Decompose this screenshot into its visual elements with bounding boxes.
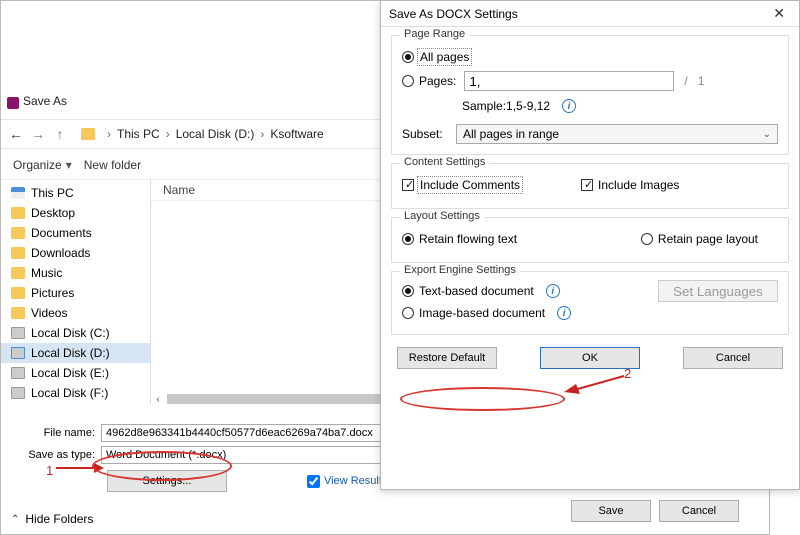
tree-item-music[interactable]: Music: [1, 263, 150, 283]
label-include-images[interactable]: Include Images: [598, 178, 679, 192]
legend-layout: Layout Settings: [400, 210, 484, 222]
window-title: Save As: [23, 94, 67, 108]
group-content-settings: Content Settings Include Comments Includ…: [391, 163, 789, 209]
folder-icon: [81, 128, 95, 140]
folder-icon: [11, 287, 25, 299]
tree-item-videos[interactable]: Videos: [1, 303, 150, 323]
chevron-right-icon: ›: [166, 127, 170, 141]
cancel-button[interactable]: Cancel: [659, 500, 739, 522]
group-page-range: Page Range All pages Pages: / 1 Sample:1…: [391, 35, 789, 155]
pc-icon: [11, 187, 25, 199]
restore-default-button[interactable]: Restore Default: [397, 347, 497, 369]
file-name-label: File name:: [11, 427, 101, 439]
subset-value: All pages in range: [463, 127, 559, 141]
folder-icon: [11, 247, 25, 259]
tree-item-desktop[interactable]: Desktop: [1, 203, 150, 223]
tree-item-drive-e[interactable]: Local Disk (E:): [1, 363, 150, 383]
folder-icon: [11, 227, 25, 239]
label-flowing-text[interactable]: Retain flowing text: [419, 232, 517, 246]
save-type-label: Save as type:: [11, 449, 101, 461]
dialog-button-row: Restore Default OK Cancel: [381, 343, 799, 369]
save-cancel-row: Save Cancel: [571, 500, 739, 522]
drive-icon: [11, 387, 25, 399]
col-name[interactable]: Name: [163, 183, 195, 197]
group-export-engine: Export Engine Settings Text-based docume…: [391, 271, 789, 335]
check-include-images[interactable]: [581, 179, 593, 191]
folder-icon: [11, 307, 25, 319]
breadcrumb[interactable]: › This PC › Local Disk (D:) › Ksoftware: [81, 127, 324, 141]
dialog-title: Save As DOCX Settings: [389, 7, 518, 21]
pages-total: 1: [698, 74, 705, 88]
label-image-based[interactable]: Image-based document: [419, 306, 545, 320]
new-folder-button[interactable]: New folder: [84, 158, 141, 172]
file-name-input[interactable]: [101, 424, 381, 442]
forward-button[interactable]: →: [27, 126, 49, 142]
tree-item-downloads[interactable]: Downloads: [1, 243, 150, 263]
caret-up-icon: ⌃: [11, 514, 19, 525]
crumb-root[interactable]: This PC: [117, 127, 160, 141]
chevron-right-icon: ›: [260, 127, 264, 141]
hide-folders-label: Hide Folders: [25, 512, 93, 526]
docx-settings-dialog: Save As DOCX Settings ✕ Page Range All p…: [380, 0, 800, 490]
subset-label: Subset:: [402, 127, 456, 141]
tree-item-drive-f[interactable]: Local Disk (F:): [1, 383, 150, 403]
tree-item-this-pc[interactable]: This PC: [1, 183, 150, 203]
settings-button[interactable]: Settings...: [107, 470, 227, 492]
pages-sample: Sample:1,5-9,12: [462, 99, 550, 113]
radio-all-pages[interactable]: [402, 51, 414, 63]
set-languages-button: Set Languages: [658, 280, 778, 302]
up-button[interactable]: ↑: [49, 126, 71, 142]
group-layout-settings: Layout Settings Retain flowing text Reta…: [391, 217, 789, 263]
radio-flowing-text[interactable]: [402, 233, 414, 245]
label-text-based[interactable]: Text-based document: [419, 284, 534, 298]
view-result-check[interactable]: [307, 475, 320, 488]
view-result-label: View Result: [324, 475, 382, 487]
radio-image-based[interactable]: [402, 307, 414, 319]
crumb-drive[interactable]: Local Disk (D:): [176, 127, 255, 141]
save-type-select[interactable]: [101, 446, 381, 464]
app-icon: [7, 97, 19, 109]
legend-engine: Export Engine Settings: [400, 264, 520, 276]
dialog-titlebar: Save As DOCX Settings ✕: [381, 1, 799, 27]
info-icon[interactable]: i: [562, 99, 576, 113]
chevron-right-icon: ›: [107, 127, 111, 141]
legend-page-range: Page Range: [400, 28, 469, 40]
pages-slash: /: [684, 74, 687, 88]
scroll-left-icon[interactable]: ‹: [151, 394, 165, 404]
chevron-down-icon: ⌄: [763, 129, 771, 140]
tree-item-drive-c[interactable]: Local Disk (C:): [1, 323, 150, 343]
pages-input[interactable]: [464, 71, 674, 91]
close-icon[interactable]: ✕: [767, 5, 791, 22]
ok-button[interactable]: OK: [540, 347, 640, 369]
save-button[interactable]: Save: [571, 500, 651, 522]
drive-icon: [11, 347, 25, 359]
drive-icon: [11, 367, 25, 379]
back-button[interactable]: ←: [5, 126, 27, 142]
dialog-cancel-button[interactable]: Cancel: [683, 347, 783, 369]
tree-item-pictures[interactable]: Pictures: [1, 283, 150, 303]
radio-pages[interactable]: [402, 75, 414, 87]
folder-icon: [11, 267, 25, 279]
label-include-comments[interactable]: Include Comments: [419, 178, 521, 192]
label-all-pages[interactable]: All pages: [419, 50, 470, 64]
label-pages[interactable]: Pages:: [419, 74, 456, 88]
info-icon[interactable]: i: [557, 306, 571, 320]
subset-select[interactable]: All pages in range ⌄: [456, 124, 778, 144]
folder-icon: [11, 207, 25, 219]
tree-item-documents[interactable]: Documents: [1, 223, 150, 243]
folder-tree[interactable]: This PC Desktop Documents Downloads Musi…: [1, 179, 151, 404]
check-include-comments[interactable]: [402, 179, 414, 191]
radio-text-based[interactable]: [402, 285, 414, 297]
label-page-layout[interactable]: Retain page layout: [658, 232, 758, 246]
tree-item-drive-d[interactable]: Local Disk (D:): [1, 343, 150, 363]
organize-menu[interactable]: Organize▾: [13, 158, 72, 172]
view-result-checkbox[interactable]: View Result: [307, 475, 382, 488]
drive-icon: [11, 327, 25, 339]
info-icon[interactable]: i: [546, 284, 560, 298]
crumb-folder[interactable]: Ksoftware: [270, 127, 323, 141]
legend-content: Content Settings: [400, 156, 489, 168]
radio-page-layout[interactable]: [641, 233, 653, 245]
